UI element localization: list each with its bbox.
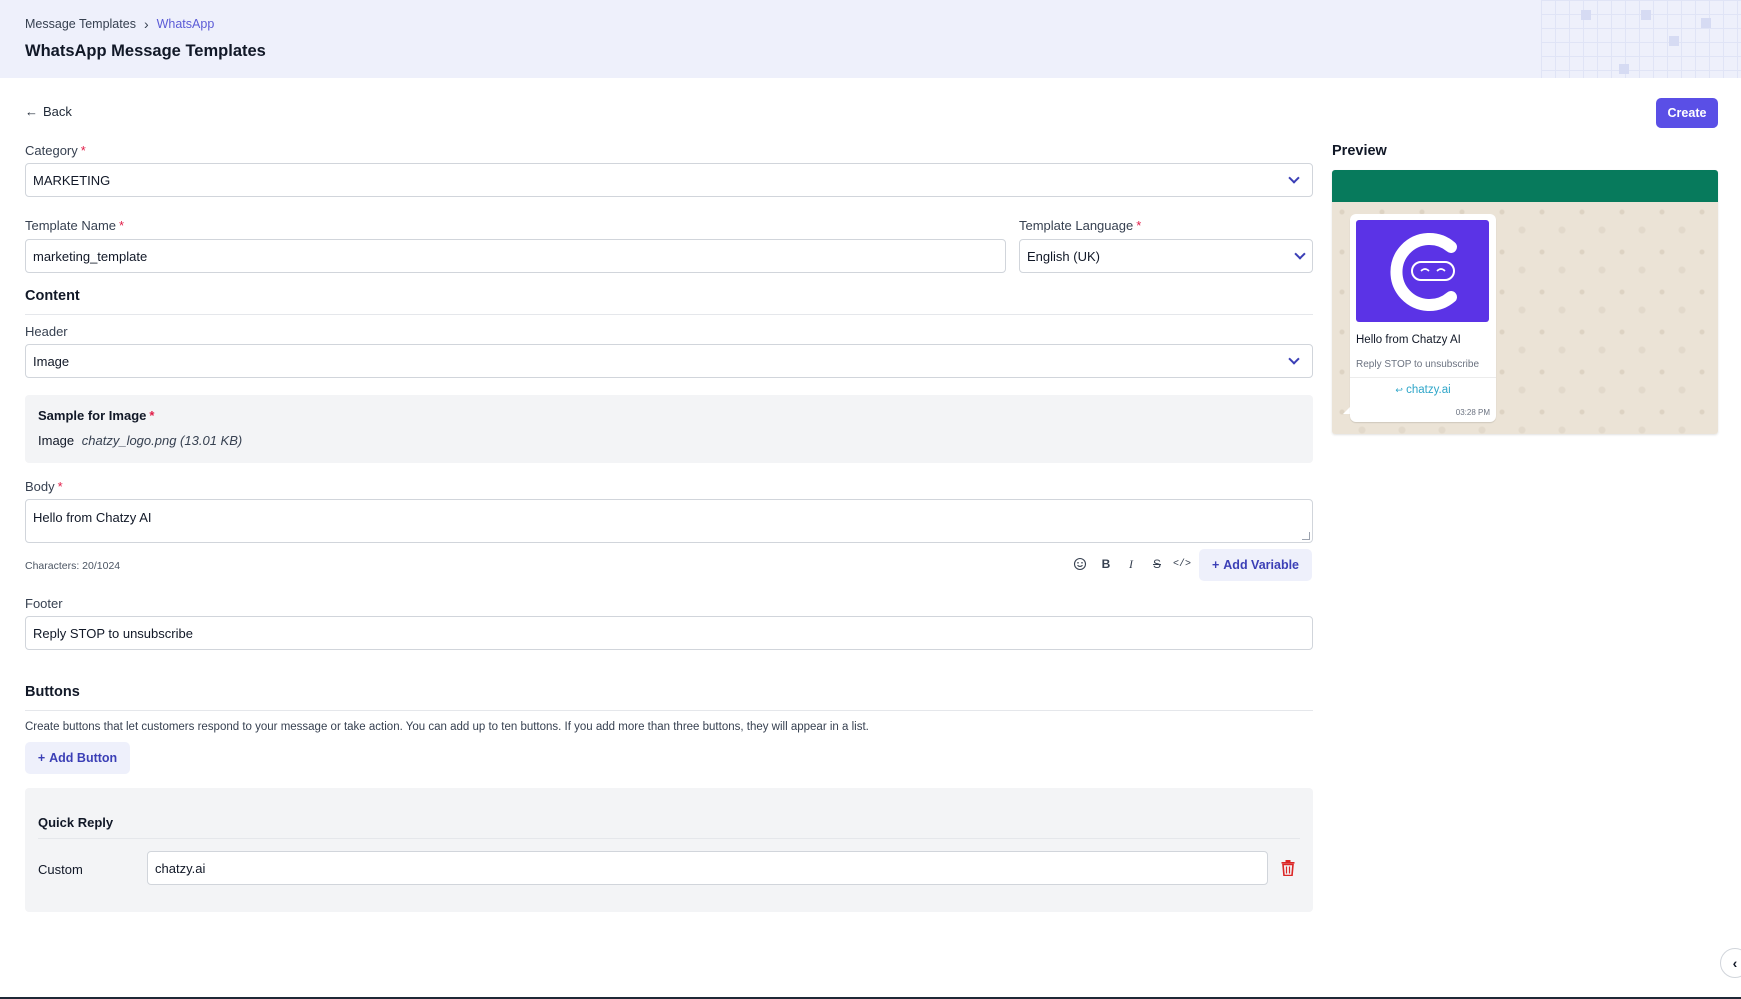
back-button[interactable]: ← Back	[25, 104, 72, 119]
chevron-down-icon	[1288, 172, 1300, 184]
arrow-left-icon: ←	[25, 104, 38, 119]
category-label: Category *	[25, 143, 86, 158]
body-value: Hello from Chatzy AI	[33, 510, 152, 525]
breadcrumb-message-templates[interactable]: Message Templates	[25, 17, 136, 31]
header-decoration-square	[1619, 64, 1629, 74]
sample-image-file: Image chatzy_logo.png (13.01 KB)	[38, 433, 242, 448]
chevron-down-icon	[1294, 248, 1306, 260]
sample-type: Image	[38, 433, 75, 448]
strikethrough-icon[interactable]: S	[1148, 555, 1166, 573]
preview-body: Hello from Chatzy AI	[1356, 334, 1461, 346]
preview-timestamp: 03:28 PM	[1455, 408, 1490, 417]
preview-button-label: chatzy.ai	[1406, 384, 1451, 396]
category-select[interactable]: MARKETING	[25, 163, 1313, 197]
required-asterisk: *	[57, 479, 63, 494]
back-label: Back	[43, 104, 72, 119]
code-icon[interactable]: </>	[1173, 555, 1191, 573]
buttons-divider	[25, 710, 1313, 711]
template-name-input[interactable]: marketing_template	[25, 239, 1006, 273]
buttons-description: Create buttons that let customers respon…	[25, 721, 869, 733]
required-asterisk: *	[1136, 218, 1142, 233]
character-count: Characters: 20/1024	[25, 560, 121, 572]
custom-button-value: chatzy.ai	[155, 860, 206, 876]
template-name-label: Template Name *	[25, 218, 125, 233]
chatzy-logo-icon	[1356, 220, 1489, 322]
whatsapp-header-bar	[1332, 170, 1718, 202]
breadcrumb: Message Templates › WhatsApp	[25, 16, 214, 32]
reply-arrow-icon: ↩	[1395, 385, 1403, 395]
required-asterisk: *	[119, 218, 125, 233]
custom-button-input[interactable]: chatzy.ai	[147, 851, 1268, 885]
template-language-value: English (UK)	[1027, 248, 1100, 264]
header-decoration-square	[1641, 10, 1651, 20]
template-language-label: Template Language *	[1019, 218, 1142, 233]
plus-icon: +	[37, 751, 46, 765]
quick-reply-panel: Quick Reply Custom chatzy.ai	[25, 788, 1313, 912]
create-button[interactable]: Create	[1656, 98, 1718, 128]
smiley-icon[interactable]	[1071, 555, 1089, 573]
header-decoration-square	[1581, 10, 1591, 20]
preview-footer: Reply STOP to unsubscribe	[1356, 359, 1480, 370]
custom-label: Custom	[38, 862, 83, 877]
add-button-label: Add Button	[49, 751, 118, 765]
sample-image-panel: Sample for Image * Image chatzy_logo.png …	[25, 395, 1313, 463]
template-language-select[interactable]: English (UK)	[1019, 239, 1313, 273]
preview-divider	[1350, 377, 1496, 378]
message-bubble: Hello from Chatzy AI Reply STOP to unsub…	[1350, 214, 1496, 422]
content-divider	[25, 314, 1313, 315]
preview-heading: Preview	[1332, 143, 1387, 159]
add-button-button[interactable]: + Add Button	[25, 742, 130, 774]
breadcrumb-whatsapp[interactable]: WhatsApp	[157, 17, 215, 31]
header-type-select[interactable]: Image	[25, 344, 1313, 378]
template-name-value: marketing_template	[33, 248, 148, 264]
required-asterisk: *	[80, 143, 86, 158]
chevron-left-icon: ‹	[1732, 955, 1738, 971]
page-header: Message Templates › WhatsApp WhatsApp Me…	[0, 0, 1741, 78]
page-title: WhatsApp Message Templates	[25, 42, 266, 60]
plus-icon: +	[1211, 558, 1220, 572]
content-heading: Content	[25, 288, 80, 304]
footer-value: Reply STOP to unsubscribe	[33, 625, 193, 641]
trash-icon[interactable]	[1281, 860, 1295, 876]
add-variable-button[interactable]: + Add Variable	[1199, 549, 1312, 581]
required-asterisk: *	[149, 408, 155, 423]
body-textarea[interactable]: Hello from Chatzy AI	[25, 499, 1313, 543]
header-decoration-square	[1701, 18, 1711, 28]
sample-file-name[interactable]: chatzy_logo.png (13.01 KB)	[82, 433, 242, 448]
chevron-right-icon: ›	[143, 16, 149, 32]
header-label: Header	[25, 324, 68, 339]
preview-quick-reply-button: ↩ chatzy.ai	[1350, 384, 1496, 396]
sample-image-title: Sample for Image *	[38, 408, 155, 423]
quick-reply-divider	[38, 838, 1300, 839]
collapse-panel-button[interactable]: ‹	[1720, 948, 1741, 978]
quick-reply-title: Quick Reply	[38, 815, 114, 830]
header-decoration-square	[1669, 36, 1679, 46]
chevron-down-icon	[1288, 353, 1300, 365]
category-value: MARKETING	[33, 172, 111, 188]
add-variable-label: Add Variable	[1223, 558, 1300, 572]
footer-label: Footer	[25, 596, 63, 611]
body-label: Body *	[25, 479, 63, 494]
footer-input[interactable]: Reply STOP to unsubscribe	[25, 616, 1313, 650]
italic-icon[interactable]: I	[1122, 555, 1140, 573]
whatsapp-preview: Hello from Chatzy AI Reply STOP to unsub…	[1332, 170, 1718, 434]
buttons-heading: Buttons	[25, 684, 80, 700]
bold-icon[interactable]: B	[1097, 555, 1115, 573]
resize-handle-icon[interactable]	[1302, 532, 1310, 540]
header-type-value: Image	[33, 353, 70, 369]
